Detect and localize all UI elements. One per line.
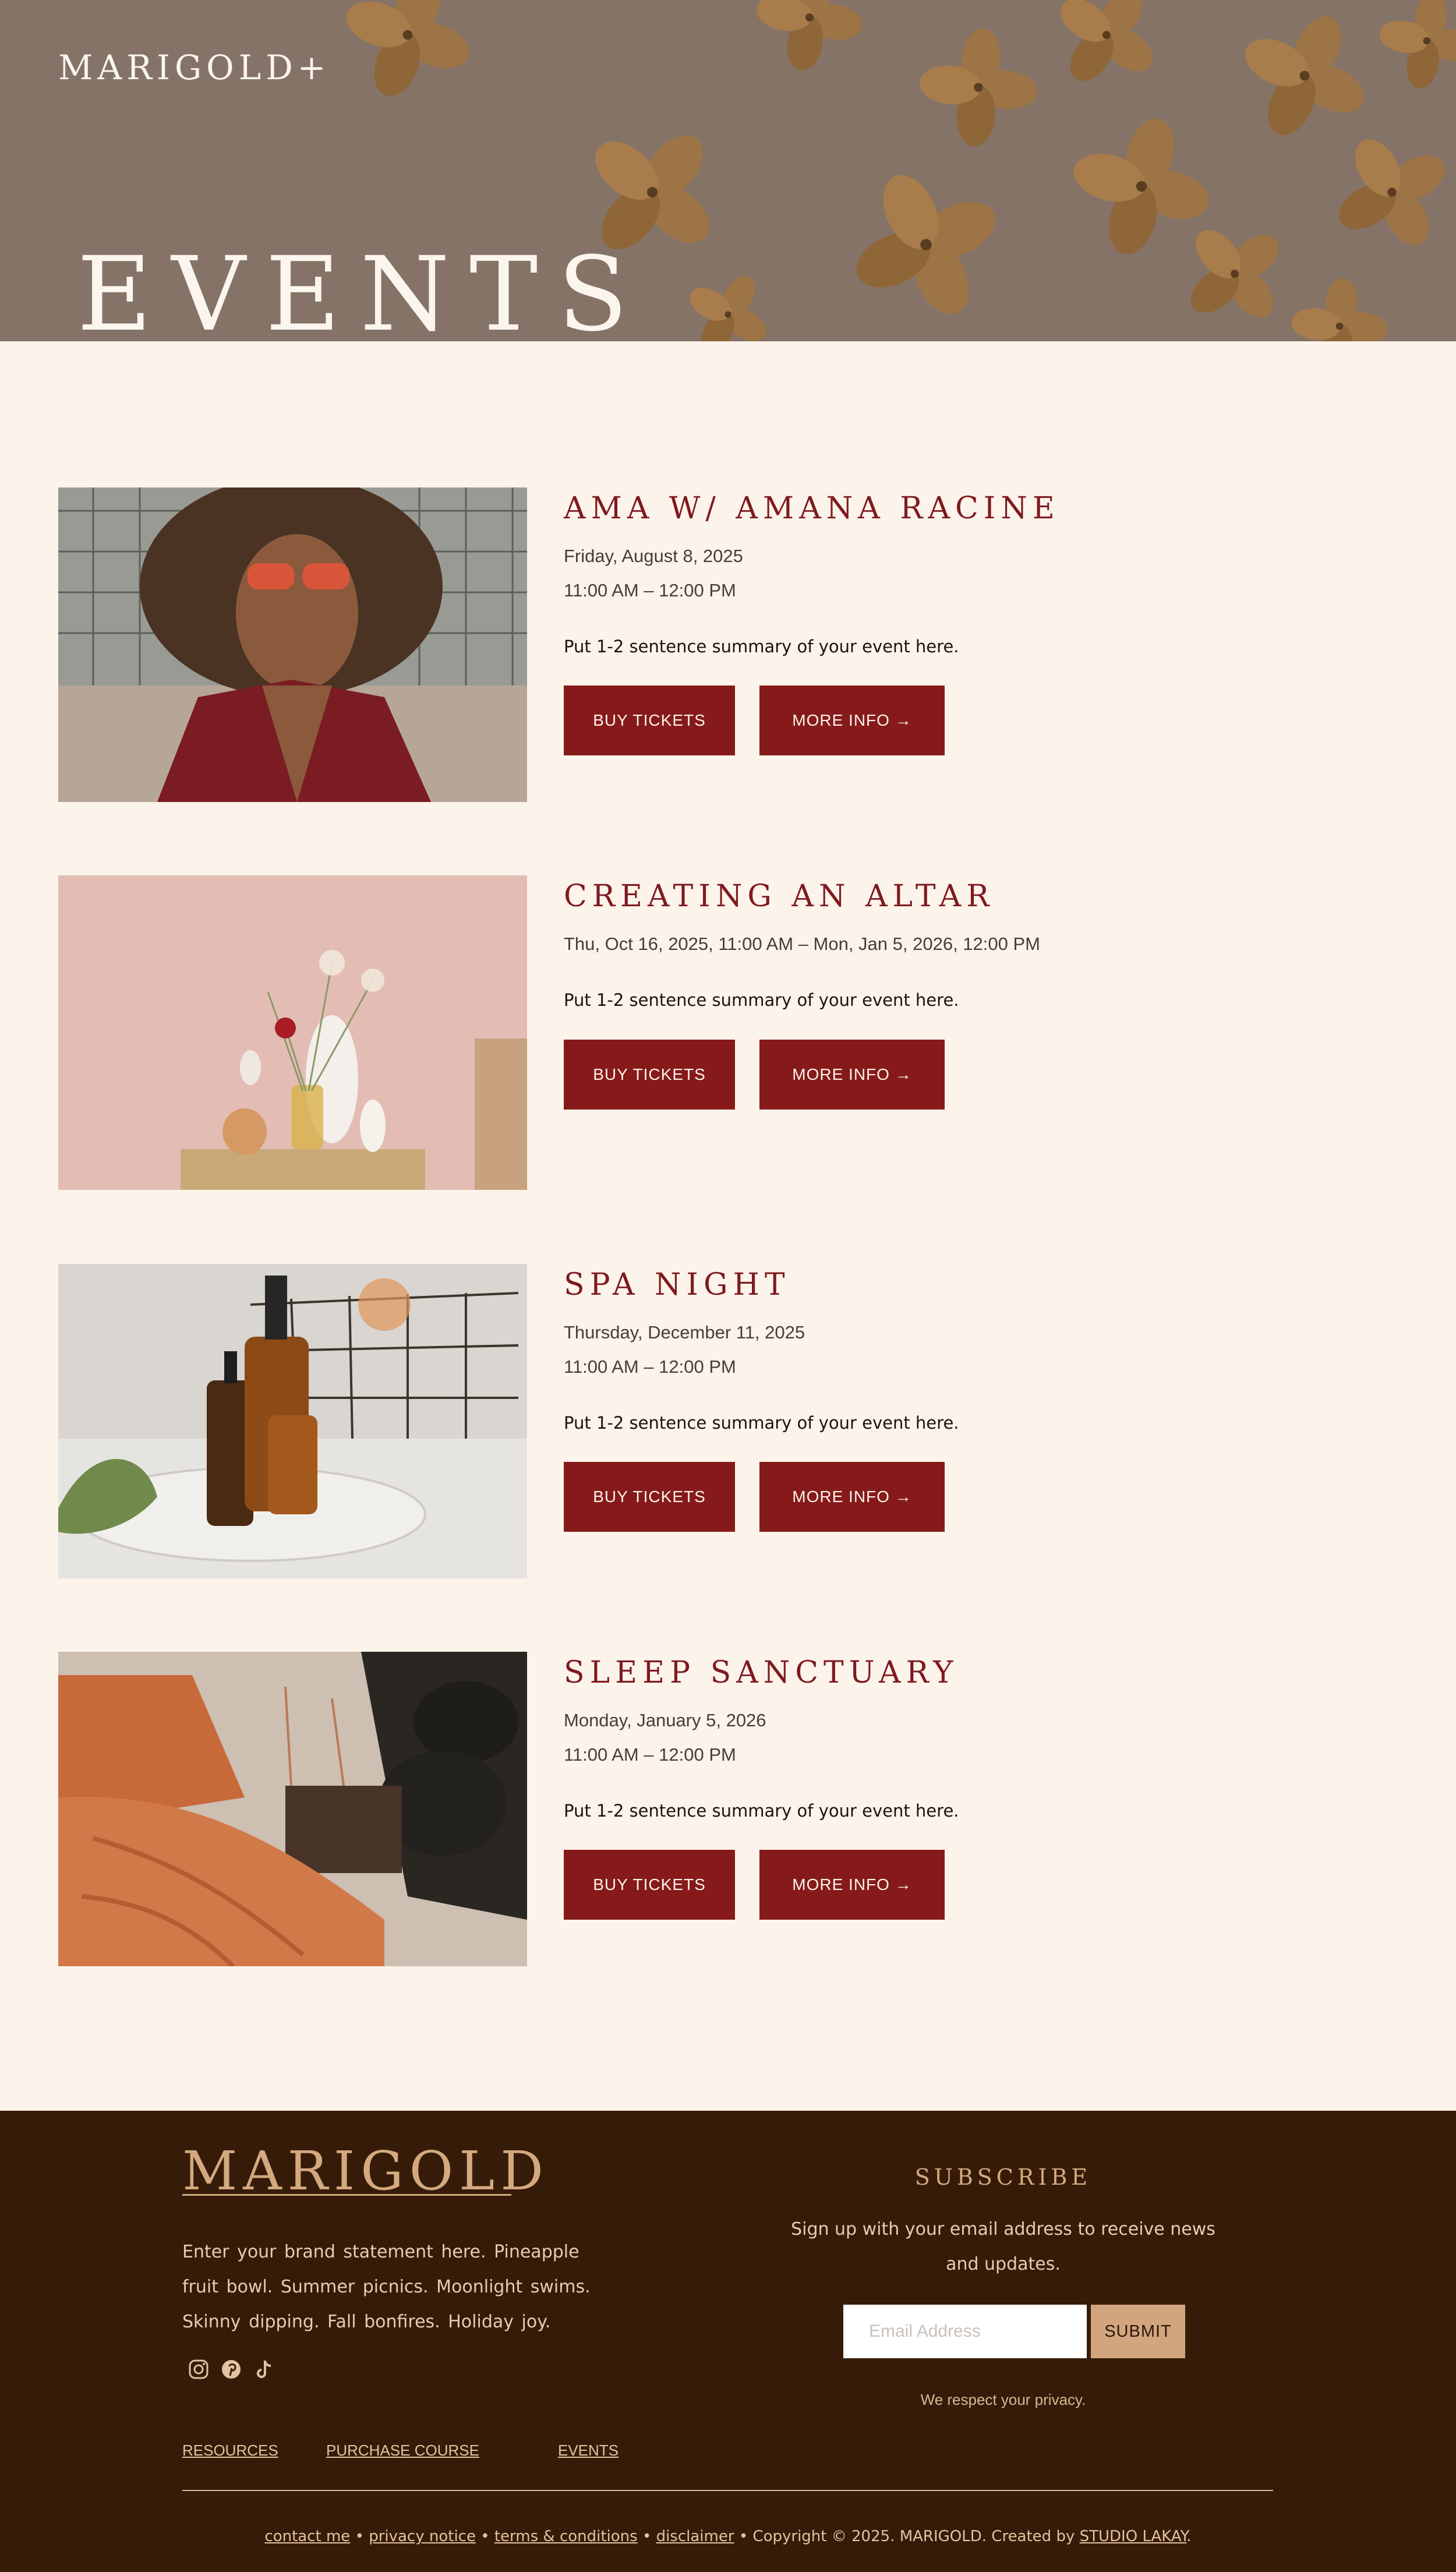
event-date: Thu, Oct 16, 2025, 11:00 AM – Mon, Jan 5… (564, 934, 1040, 954)
terms-link[interactable]: terms & conditions (494, 2528, 638, 2545)
email-field[interactable] (843, 2305, 1087, 2358)
pinterest-icon[interactable] (220, 2358, 243, 2381)
footer-link-resources[interactable]: RESOURCES (182, 2442, 278, 2460)
event-card: CREATING AN ALTAR Thu, Oct 16, 2025, 11:… (58, 875, 1398, 1190)
privacy-notice-link[interactable]: privacy notice (369, 2528, 476, 2545)
event-summary: Put 1-2 sentence summary of your event h… (564, 637, 959, 656)
event-image-spa-bottles[interactable] (58, 1264, 527, 1578)
more-info-button[interactable]: MORE INFO → (759, 686, 945, 755)
event-image-woman-portrait[interactable] (58, 487, 527, 802)
studio-credit-link[interactable]: STUDIO LAKAY (1080, 2528, 1187, 2545)
buy-tickets-button[interactable]: BUY TICKETS (564, 1462, 735, 1532)
event-date: Monday, January 5, 2026 (564, 1710, 766, 1730)
event-title[interactable]: SLEEP SANCTUARY (564, 1655, 958, 1690)
event-card: SLEEP SANCTUARY Monday, January 5, 2026 … (58, 1652, 1398, 1966)
event-time: 11:00 AM – 12:00 PM (564, 1356, 736, 1377)
buy-tickets-button[interactable]: BUY TICKETS (564, 686, 735, 755)
event-summary: Put 1-2 sentence summary of your event h… (564, 1413, 959, 1433)
event-card: SPA NIGHT Thursday, December 11, 2025 11… (58, 1264, 1398, 1578)
event-time: 11:00 AM – 12:00 PM (564, 1744, 736, 1765)
legal-bar: contact me • privacy notice • terms & co… (264, 2528, 1192, 2545)
page-title: EVENTS (77, 234, 648, 341)
footer-link-purchase-course[interactable]: PURCHASE COURSE (326, 2442, 479, 2460)
event-summary: Put 1-2 sentence summary of your event h… (564, 990, 959, 1010)
tiktok-icon[interactable] (252, 2358, 275, 2381)
event-summary: Put 1-2 sentence summary of your event h… (564, 1801, 959, 1821)
subscribe-description: Sign up with your email address to recei… (791, 2219, 1215, 2274)
footer-logo-underline (182, 2194, 511, 2196)
event-title[interactable]: SPA NIGHT (564, 1267, 790, 1302)
instagram-icon[interactable] (187, 2358, 210, 2381)
footer-logo[interactable]: MARIGOLD (182, 2140, 549, 2202)
brand-statement: Enter your brand statement here. Pineapp… (182, 2242, 591, 2332)
separator: • (738, 2528, 748, 2545)
event-time: 11:00 AM – 12:00 PM (564, 580, 736, 600)
separator: • (480, 2528, 490, 2545)
separator: • (355, 2528, 364, 2545)
footer-divider (182, 2490, 1273, 2491)
event-title[interactable]: CREATING AN ALTAR (564, 879, 994, 914)
event-date: Friday, August 8, 2025 (564, 546, 743, 566)
buy-tickets-button[interactable]: BUY TICKETS (564, 1040, 735, 1110)
more-info-button[interactable]: MORE INFO → (759, 1850, 945, 1920)
event-date: Thursday, December 11, 2025 (564, 1322, 805, 1342)
event-image-bedroom[interactable] (58, 1652, 527, 1966)
disclaimer-link[interactable]: disclaimer (656, 2528, 734, 2545)
buy-tickets-button[interactable]: BUY TICKETS (564, 1850, 735, 1920)
separator: • (642, 2528, 652, 2545)
subscribe-heading: SUBSCRIBE (914, 2164, 1092, 2190)
site-footer: MARIGOLD Enter your brand statement here… (0, 2111, 1456, 2572)
hero-banner: MARIGOLD+ EVENTS (0, 0, 1456, 341)
copyright-text: Copyright © 2025. MARIGOLD. Created by (752, 2528, 1075, 2545)
privacy-note: We respect your privacy. (920, 2391, 1086, 2408)
more-info-button[interactable]: MORE INFO → (759, 1462, 945, 1532)
event-image-altar-vase[interactable] (58, 875, 527, 1190)
event-title[interactable]: AMA W/ AMANA RACINE (564, 491, 1060, 526)
more-info-button[interactable]: MORE INFO → (759, 1040, 945, 1110)
site-logo[interactable]: MARIGOLD+ (58, 48, 330, 87)
footer-link-events[interactable]: EVENTS (558, 2442, 619, 2460)
contact-link[interactable]: contact me (264, 2528, 350, 2545)
submit-button[interactable]: SUBMIT (1091, 2305, 1185, 2358)
event-card: AMA W/ AMANA RACINE Friday, August 8, 20… (58, 487, 1398, 802)
